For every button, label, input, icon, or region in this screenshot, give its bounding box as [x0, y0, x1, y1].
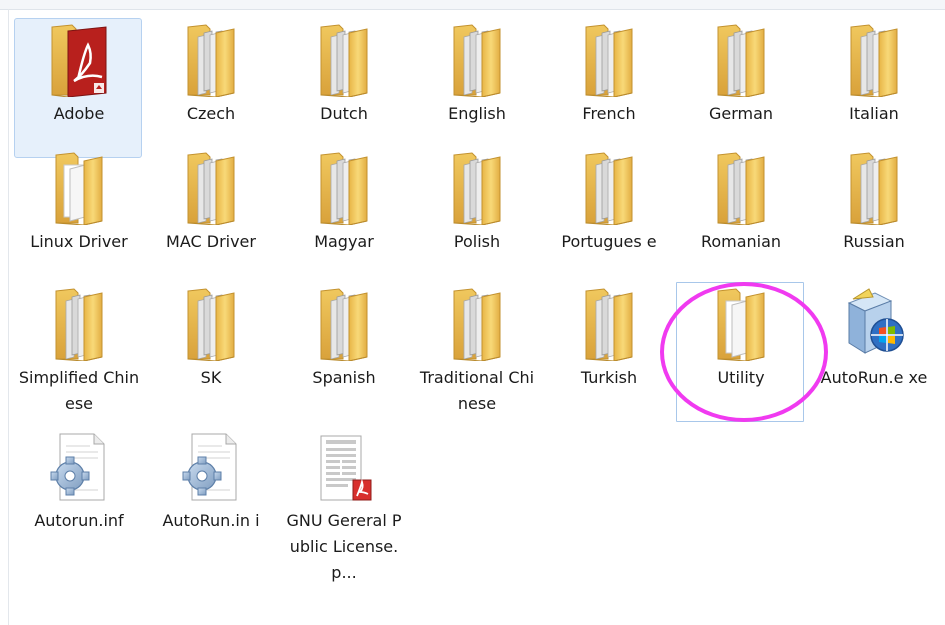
file-item-label: Magyar	[314, 232, 374, 251]
file-item-label: Spanish	[312, 368, 376, 387]
content-left-border	[8, 9, 9, 625]
file-item-label: Italian	[849, 104, 899, 123]
folder-icon	[839, 23, 909, 98]
file-item-german[interactable]: German	[676, 18, 804, 158]
folder-icon	[176, 151, 246, 226]
folder-icon	[44, 287, 114, 362]
file-item-label: Portugues e	[561, 232, 657, 251]
file-item-mac-driver[interactable]: MAC Driver	[146, 146, 274, 286]
file-item-label: Russian	[843, 232, 905, 251]
file-item-label: AutoRun.in i	[162, 511, 260, 530]
folder-icon	[309, 151, 379, 226]
file-item-label: SK	[200, 368, 222, 387]
file-item-label: Simplified Chinese	[18, 368, 140, 413]
white-folder-icon	[44, 151, 114, 226]
file-item-magyar[interactable]: Magyar	[279, 146, 407, 286]
file-item-label: Turkish	[580, 368, 638, 387]
folder-icon	[574, 23, 644, 98]
file-item-polish[interactable]: Polish	[412, 146, 540, 286]
file-item-italian[interactable]: Italian	[809, 18, 937, 158]
white-folder-icon	[706, 287, 776, 362]
window-top-edge	[0, 0, 945, 10]
file-item-english[interactable]: English	[412, 18, 540, 158]
file-item-czech[interactable]: Czech	[146, 18, 274, 158]
file-item-simplified-chinese[interactable]: Simplified Chinese	[14, 282, 142, 422]
file-item-utility[interactable]: Utility	[676, 282, 804, 422]
folder-icon	[442, 287, 512, 362]
file-item-adobe[interactable]: Adobe	[14, 18, 142, 158]
file-item-label: AutoRun.e xe	[820, 368, 928, 387]
file-item-linux-driver[interactable]: Linux Driver	[14, 146, 142, 286]
folder-icon	[176, 23, 246, 98]
folder-icon	[309, 287, 379, 362]
settings-file-icon	[44, 430, 114, 504]
file-item-label: GNU Gereral Public License.p...	[286, 511, 402, 582]
folder-icon	[176, 287, 246, 362]
adobe-folder-icon	[44, 23, 114, 98]
file-item-label: English	[448, 104, 506, 123]
folder-icon	[574, 151, 644, 226]
folder-icon	[309, 23, 379, 98]
folder-icon	[574, 287, 644, 362]
file-item-label: Linux Driver	[30, 232, 128, 251]
file-item-label: Romanian	[700, 232, 782, 251]
folder-icon	[706, 23, 776, 98]
file-item-label: French	[582, 104, 636, 123]
file-item-autorun-inf[interactable]: Autorun.inf	[14, 425, 142, 565]
file-item-label: Polish	[453, 232, 501, 251]
file-item-label: Autorun.inf	[34, 511, 124, 530]
file-item-label: German	[708, 104, 774, 123]
file-item-label: Dutch	[320, 104, 368, 123]
file-item-label: Czech	[186, 104, 236, 123]
file-item-russian[interactable]: Russian	[809, 146, 937, 286]
file-item-label: Utility	[717, 368, 765, 387]
file-item-label: Traditional Chinese	[419, 368, 535, 413]
file-item-french[interactable]: French	[544, 18, 672, 158]
installer-icon	[839, 287, 909, 361]
file-item-traditional-chinese[interactable]: Traditional Chinese	[412, 282, 540, 422]
file-item-dutch[interactable]: Dutch	[279, 18, 407, 158]
pdf-document-icon	[309, 430, 379, 504]
folder-icon	[839, 151, 909, 226]
settings-file-icon	[176, 430, 246, 504]
file-item-spanish[interactable]: Spanish	[279, 282, 407, 422]
file-item-portugues-e[interactable]: Portugues e	[544, 146, 672, 286]
file-item-label: MAC Driver	[166, 232, 256, 251]
file-item-turkish[interactable]: Turkish	[544, 282, 672, 422]
folder-icon	[442, 151, 512, 226]
file-item-sk[interactable]: SK	[146, 282, 274, 422]
file-item-autorun-in-i[interactable]: AutoRun.in i	[146, 425, 274, 565]
file-item-gnu-gereral-public-license-p[interactable]: GNU Gereral Public License.p...	[279, 425, 407, 582]
file-item-autorun-e-xe[interactable]: AutoRun.e xe	[809, 282, 937, 422]
folder-icon	[706, 151, 776, 226]
folder-icon	[442, 23, 512, 98]
file-item-romanian[interactable]: Romanian	[676, 146, 804, 286]
file-item-label: Adobe	[53, 104, 105, 123]
